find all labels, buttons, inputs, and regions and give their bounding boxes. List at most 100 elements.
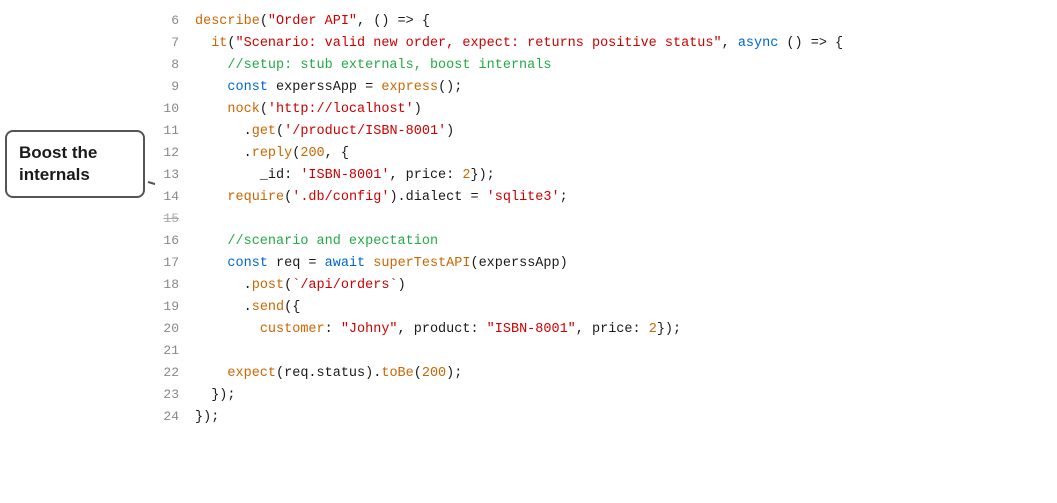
code-line: 19 .send({: [155, 296, 1057, 318]
code-token: });: [195, 410, 219, 425]
code-token: , price:: [576, 322, 649, 337]
code-token: it: [211, 36, 227, 51]
code-content: //scenario and expectation: [195, 231, 1057, 253]
line-number: 11: [155, 120, 195, 142]
code-token: (: [414, 366, 422, 381]
code-token: [195, 366, 227, 381]
code-line: 11 .get('/product/ISBN-8001'): [155, 120, 1057, 142]
code-line: 7 it("Scenario: valid new order, expect:…: [155, 32, 1057, 54]
code-content: .reply(200, {: [195, 143, 1057, 165]
code-token: (experssApp): [470, 256, 567, 271]
code-content: require('.db/config').dialect = 'sqlite3…: [195, 187, 1057, 209]
code-token: _id:: [195, 168, 300, 183]
line-number: 9: [155, 76, 195, 98]
code-token: [195, 102, 227, 117]
code-token: );: [446, 366, 462, 381]
code-token: 200: [300, 146, 324, 161]
code-token: .: [195, 146, 252, 161]
code-token: ({: [284, 300, 300, 315]
line-number: 20: [155, 318, 195, 340]
code-token: get: [252, 124, 276, 139]
code-content: });: [195, 407, 1057, 429]
code-token: , product:: [398, 322, 487, 337]
code-content: it("Scenario: valid new order, expect: r…: [195, 33, 1057, 55]
line-number: 17: [155, 252, 195, 274]
line-number: 21: [155, 340, 195, 362]
code-token: .: [195, 300, 252, 315]
code-line: 8 //setup: stub externals, boost interna…: [155, 54, 1057, 76]
code-token: superTestAPI: [373, 256, 470, 271]
code-token: describe: [195, 14, 260, 29]
code-token: 200: [422, 366, 446, 381]
code-token: 'ISBN-8001': [300, 168, 389, 183]
code-token: post: [252, 278, 284, 293]
line-number: 8: [155, 54, 195, 76]
code-content: _id: 'ISBN-8001', price: 2});: [195, 165, 1057, 187]
code-token: [195, 190, 227, 205]
line-number: 19: [155, 296, 195, 318]
code-token: "Johny": [341, 322, 398, 337]
line-number: 13: [155, 164, 195, 186]
code-line: 13 _id: 'ISBN-8001', price: 2});: [155, 164, 1057, 186]
code-token: (req.status).: [276, 366, 381, 381]
code-line: 6describe("Order API", () => {: [155, 10, 1057, 32]
line-number: 16: [155, 230, 195, 252]
line-number: 23: [155, 384, 195, 406]
code-token: require: [227, 190, 284, 205]
line-number: 24: [155, 406, 195, 428]
code-token: const: [227, 80, 268, 95]
code-content: });: [195, 385, 1057, 407]
code-token: ).dialect =: [389, 190, 486, 205]
code-token: 'http://localhost': [268, 102, 414, 117]
code-token: (: [260, 102, 268, 117]
code-token: //setup: stub externals, boost internals: [227, 58, 551, 73]
code-token: ): [414, 102, 422, 117]
code-token: , price:: [389, 168, 462, 183]
code-content: //setup: stub externals, boost internals: [195, 55, 1057, 77]
code-token: (: [227, 36, 235, 51]
code-token: , () => {: [357, 14, 430, 29]
code-line: 12 .reply(200, {: [155, 142, 1057, 164]
code-token: '/product/ISBN-8001': [284, 124, 446, 139]
code-token: async: [738, 36, 779, 51]
line-number: 12: [155, 142, 195, 164]
code-token: ,: [722, 36, 738, 51]
code-line: 14 require('.db/config').dialect = 'sqli…: [155, 186, 1057, 208]
code-token: "Order API": [268, 14, 357, 29]
code-token: [195, 36, 211, 51]
code-line: 22 expect(req.status).toBe(200);: [155, 362, 1057, 384]
code-line: 15: [155, 208, 1057, 230]
code-token: [195, 80, 227, 95]
code-content: describe("Order API", () => {: [195, 11, 1057, 33]
code-token: [195, 234, 227, 249]
code-token: ;: [560, 190, 568, 205]
code-token: customer: [260, 322, 325, 337]
code-token: 'sqlite3': [487, 190, 560, 205]
code-token: '.db/config': [292, 190, 389, 205]
code-token: toBe: [381, 366, 413, 381]
code-token: [195, 58, 227, 73]
code-token: send: [252, 300, 284, 315]
code-content: .get('/product/ISBN-8001'): [195, 121, 1057, 143]
code-line: 24});: [155, 406, 1057, 428]
code-token: (: [276, 124, 284, 139]
code-line: 20 customer: "Johny", product: "ISBN-800…: [155, 318, 1057, 340]
code-area: 6describe("Order API", () => {7 it("Scen…: [155, 0, 1057, 503]
code-token: expect: [227, 366, 276, 381]
code-token: ): [398, 278, 406, 293]
code-content: .send({: [195, 297, 1057, 319]
code-line: 21: [155, 340, 1057, 362]
code-content: customer: "Johny", product: "ISBN-8001",…: [195, 319, 1057, 341]
code-token: () => {: [778, 36, 843, 51]
code-token: .: [195, 124, 252, 139]
code-token: `/api/orders`: [292, 278, 397, 293]
code-content: const req = await superTestAPI(experssAp…: [195, 253, 1057, 275]
code-token: nock: [227, 102, 259, 117]
code-token: //scenario and expectation: [227, 234, 438, 249]
callout-boost-text2: internals: [19, 165, 90, 184]
code-line: 23 });: [155, 384, 1057, 406]
code-token: [195, 322, 260, 337]
line-number: 18: [155, 274, 195, 296]
code-token: "Scenario: valid new order, expect: retu…: [236, 36, 722, 51]
code-token: reply: [252, 146, 293, 161]
